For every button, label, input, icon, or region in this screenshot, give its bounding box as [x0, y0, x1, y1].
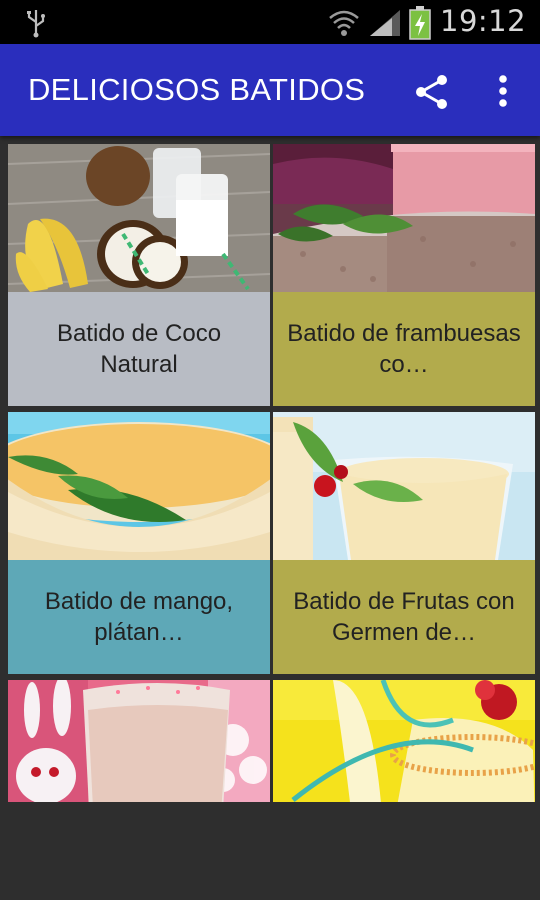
recipe-label: Batido de Frutas con Germen de… [273, 560, 535, 674]
recipe-card-mango[interactable]: Batido de mango, plátan… [8, 412, 270, 674]
status-bar: 19:12 [0, 0, 540, 44]
more-vert-icon[interactable] [488, 72, 518, 112]
recipe-card-5[interactable] [8, 680, 270, 802]
recipe-image-fruit-shake [273, 412, 535, 560]
recipe-image-mango-shake [8, 412, 270, 560]
recipe-label: Batido de Coco Natural [8, 292, 270, 406]
recipe-grid: Batido de Coco Natural Batido de frambue… [0, 136, 540, 802]
recipe-card-frambuesas[interactable]: Batido de frambuesas co… [273, 144, 535, 406]
share-icon[interactable] [412, 72, 452, 112]
app-title: DELICIOSOS BATIDOS [28, 72, 366, 107]
status-time: 19:12 [440, 4, 527, 38]
recipe-card-coco[interactable]: Batido de Coco Natural [8, 144, 270, 406]
signal-icon [370, 10, 400, 36]
recipe-image-yellow-shake [273, 680, 535, 802]
wifi-icon [329, 10, 359, 36]
recipe-card-frutas[interactable]: Batido de Frutas con Germen de… [273, 412, 535, 674]
recipe-label: Batido de mango, plátan… [8, 560, 270, 674]
recipe-image-raspberry-shake [273, 144, 535, 292]
recipe-card-6[interactable] [273, 680, 535, 802]
recipe-image-coconut-shake [8, 144, 270, 292]
usb-icon [27, 10, 45, 38]
app-bar: DELICIOSOS BATIDOS [0, 44, 540, 136]
bottom-area [0, 802, 540, 900]
battery-charging-icon [409, 6, 431, 40]
recipe-label: Batido de frambuesas co… [273, 292, 535, 406]
recipe-image-bunny-shake [8, 680, 270, 802]
screen: 19:12 DELICIOSOS BATIDOS Batido de Coco … [0, 0, 540, 900]
